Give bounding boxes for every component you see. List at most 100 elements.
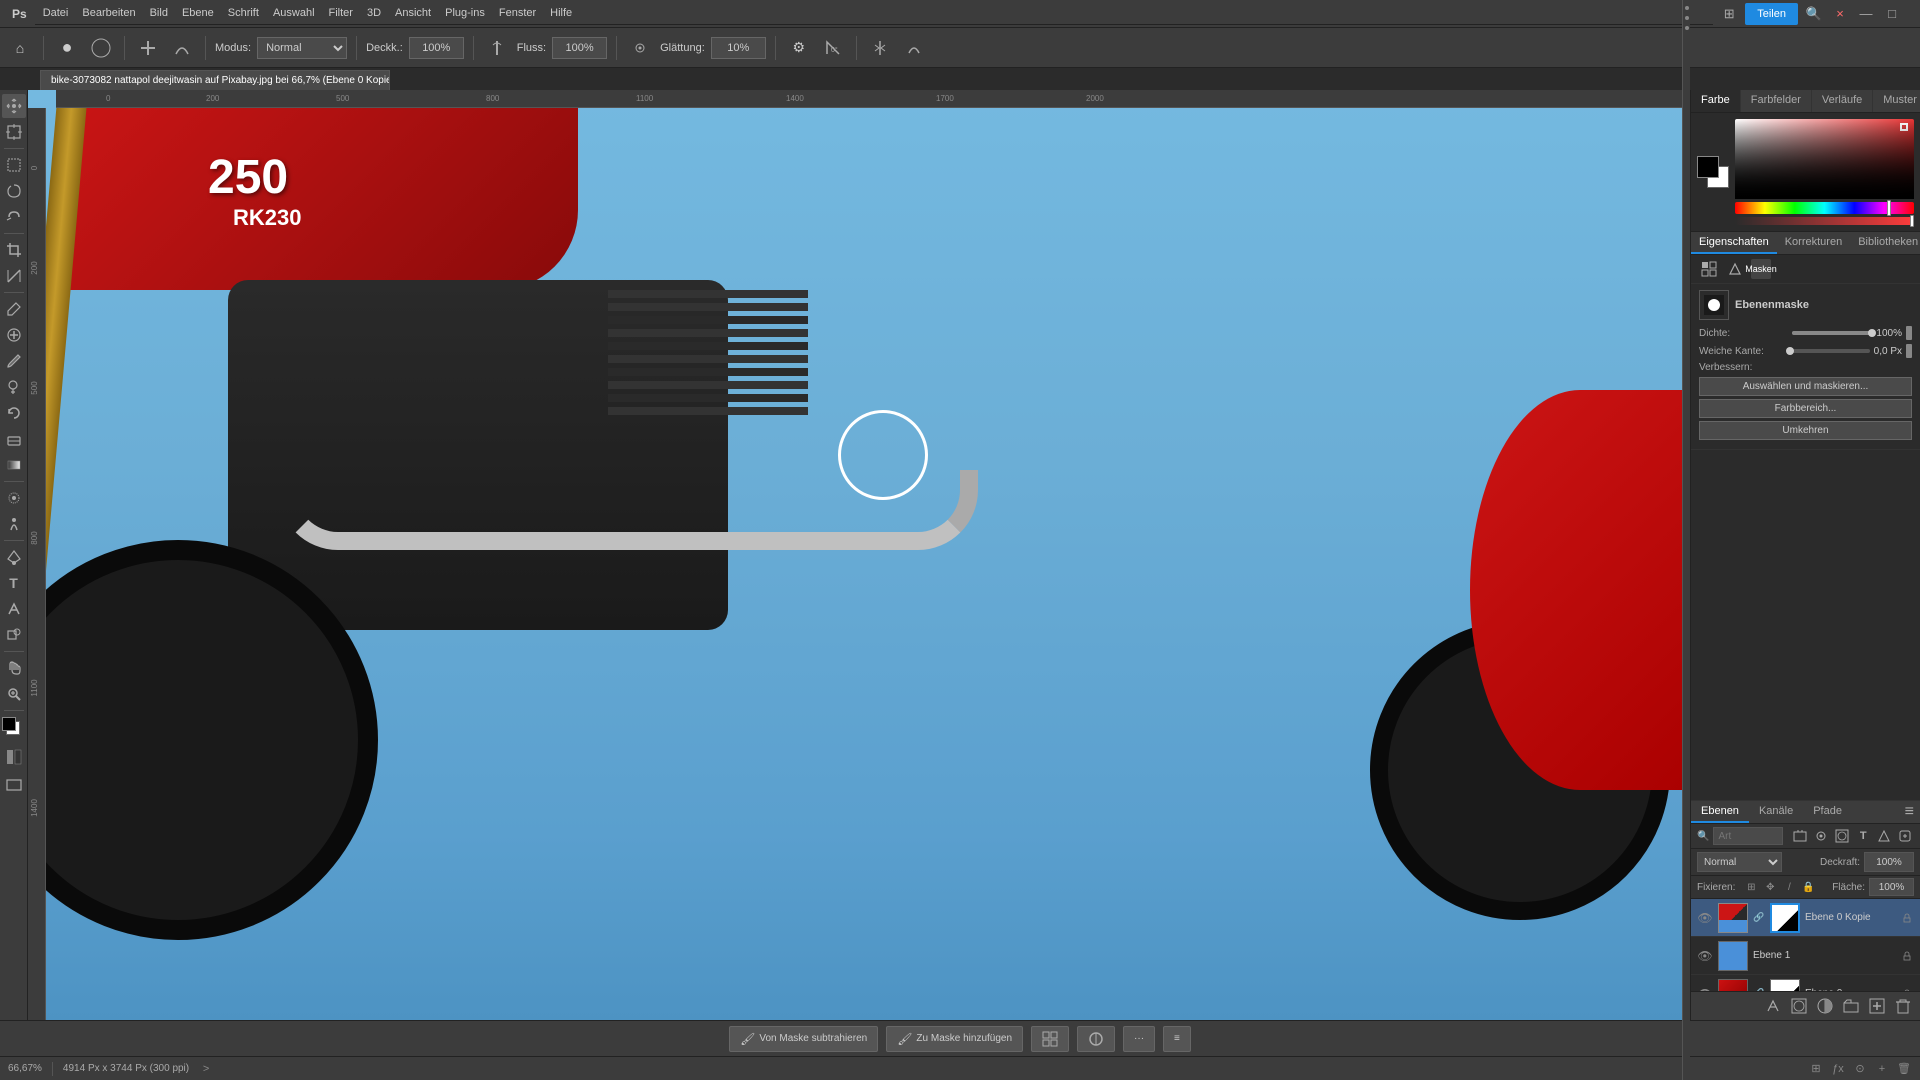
fg-color-swatch[interactable] [1697,156,1719,178]
layers-tab-pfade[interactable]: Pfade [1803,801,1852,823]
screen-mode-button[interactable] [2,773,26,797]
layers-search-input[interactable] [1713,827,1783,845]
layers-tab-kanaele[interactable]: Kanäle [1749,801,1803,823]
brush-mode-toggle[interactable] [168,34,196,62]
menu-ebene[interactable]: Ebene [182,7,214,19]
canvas-viewport[interactable]: 250 RK230 0 200 500 800 1100 1400 1700 [28,90,1690,1020]
modus-select[interactable]: Normal [257,37,347,59]
menu-bearbeiten[interactable]: Bearbeiten [82,7,135,19]
home-button[interactable]: ⌂ [6,34,34,62]
gradient-tool[interactable] [2,453,26,477]
canvas-area[interactable]: 250 RK230 0 200 500 800 1100 1400 1700 [28,90,1690,1020]
status-mask-icon[interactable]: ⊙ [1852,1061,1868,1077]
crop-tool[interactable] [2,238,26,262]
menu-datei[interactable]: Datei [43,7,69,19]
props-vector-icon[interactable] [1725,259,1745,279]
brush-tool-toggle[interactable] [134,34,162,62]
minimize-icon[interactable]: — [1856,4,1876,24]
brush-tool[interactable] [2,349,26,373]
quick-mask-button[interactable] [2,745,26,769]
fixieren-btn-1[interactable]: ⊞ [1743,879,1759,895]
share-button[interactable]: Teilen [1745,3,1798,25]
path-selection-tool[interactable] [2,597,26,621]
settings-button[interactable]: ⚙ [785,34,813,62]
layer-0-link[interactable]: 🔗 [1753,912,1765,924]
artboard-tool[interactable] [2,120,26,144]
color-hue-bar[interactable] [1735,202,1914,214]
layer-adjustment-button[interactable] [1814,995,1836,1017]
menu-filter[interactable]: Filter [329,7,353,19]
brush-preset-button[interactable]: ● [53,34,81,62]
umkehren-button[interactable]: Umkehren [1699,421,1912,440]
brush-size-button[interactable] [87,34,115,62]
props-tab-eigenschaften[interactable]: Eigenschaften [1691,232,1777,254]
pressure-button[interactable] [483,34,511,62]
layer-mask-btn[interactable] [1834,826,1851,846]
status-fx-icon[interactable]: ƒx [1830,1061,1846,1077]
fixieren-btn-3[interactable]: / [1781,879,1797,895]
layers-tab-ebenen[interactable]: Ebenen [1691,801,1749,823]
alpha-bar-handle[interactable] [1910,215,1914,227]
eyedropper-tool[interactable] [2,297,26,321]
color-tab-muster[interactable]: Muster [1873,90,1920,112]
move-tool[interactable] [2,94,26,118]
bottom-btn-6[interactable]: ≡ [1163,1026,1191,1052]
heal-tool[interactable] [2,323,26,347]
quick-selection-tool[interactable] [2,205,26,229]
document-tab[interactable]: bike-3073082 nattapol deejitwasin auf Pi… [40,70,390,90]
color-tab-farbe[interactable]: Farbe [1691,90,1741,112]
layer-smart-btn[interactable] [1897,826,1914,846]
weiche-kante-slider[interactable] [1790,349,1870,353]
props-tab-korrekturen[interactable]: Korrekturen [1777,232,1850,254]
clone-stamp-tool[interactable] [2,375,26,399]
layers-panel-menu[interactable]: ≡ [1899,801,1920,823]
dichte-slider[interactable] [1792,331,1872,335]
foreground-color-swatch[interactable] [2,717,16,731]
menu-schrift[interactable]: Schrift [228,7,259,19]
arrange-icon[interactable]: ⊞ [1719,4,1739,24]
hue-bar-handle[interactable] [1887,200,1891,216]
close-icon[interactable]: × [1830,4,1850,24]
type-tool[interactable]: T [2,571,26,595]
color-picker-handle[interactable] [1900,123,1908,131]
layers-opacity-input[interactable] [1864,852,1914,872]
history-brush-tool[interactable] [2,401,26,425]
auswahl-maskieren-button[interactable]: Auswählen und maskieren... [1699,377,1912,396]
layer-adjust-btn[interactable] [1813,826,1830,846]
layer-item-2[interactable]: 👁 🔗 Ebene 0 [1691,975,1920,991]
layer-mask-button[interactable] [1788,995,1810,1017]
eraser-tool[interactable] [2,427,26,451]
status-delete-icon[interactable]: 🗑 [1896,1061,1912,1077]
layer-0-eye[interactable]: 👁 [1697,910,1713,926]
bottom-btn-4[interactable] [1077,1026,1115,1052]
blur-tool[interactable] [2,486,26,510]
menu-3d[interactable]: 3D [367,7,381,19]
lasso-tool[interactable] [2,179,26,203]
fixieren-btn-2[interactable]: ✥ [1762,879,1778,895]
dichte-adjust-handle[interactable] [1906,326,1912,340]
farbbereich-button[interactable]: Farbbereich... [1699,399,1912,418]
layer-new-button[interactable] [1866,995,1888,1017]
menu-auswahl[interactable]: Auswahl [273,7,315,19]
maximize-icon[interactable]: □ [1882,4,1902,24]
color-tab-verlaeufe[interactable]: Verläufe [1812,90,1873,112]
section-header[interactable]: Ebenenmaske [1699,290,1912,320]
filter-icon[interactable]: 🔍 [1697,831,1709,842]
deckk-input[interactable] [409,37,464,59]
color-gradient-field[interactable] [1735,119,1914,199]
shape-tool[interactable] [2,623,26,647]
bottom-btn-3[interactable] [1031,1026,1069,1052]
layer-1-eye[interactable]: 👁 [1697,948,1713,964]
flaeche-input[interactable] [1869,878,1914,896]
layer-new-group-btn[interactable] [1791,826,1808,846]
layer-delete-button[interactable] [1892,995,1914,1017]
bottom-btn-5[interactable]: ··· [1123,1026,1155,1052]
fixieren-btn-4[interactable]: 🔒 [1800,879,1816,895]
airbrush-button[interactable] [626,34,654,62]
search-icon[interactable]: 🔍 [1804,4,1824,24]
add-to-mask-button[interactable]: 🖌 Zu Maske hinzufügen [886,1026,1023,1052]
menu-ansicht[interactable]: Ansicht [395,7,431,19]
color-tab-farbfelder[interactable]: Farbfelder [1741,90,1812,112]
layer-item-0[interactable]: 👁 🔗 Ebene 0 Kopie [1691,899,1920,937]
layer-fx-button[interactable] [1762,995,1784,1017]
